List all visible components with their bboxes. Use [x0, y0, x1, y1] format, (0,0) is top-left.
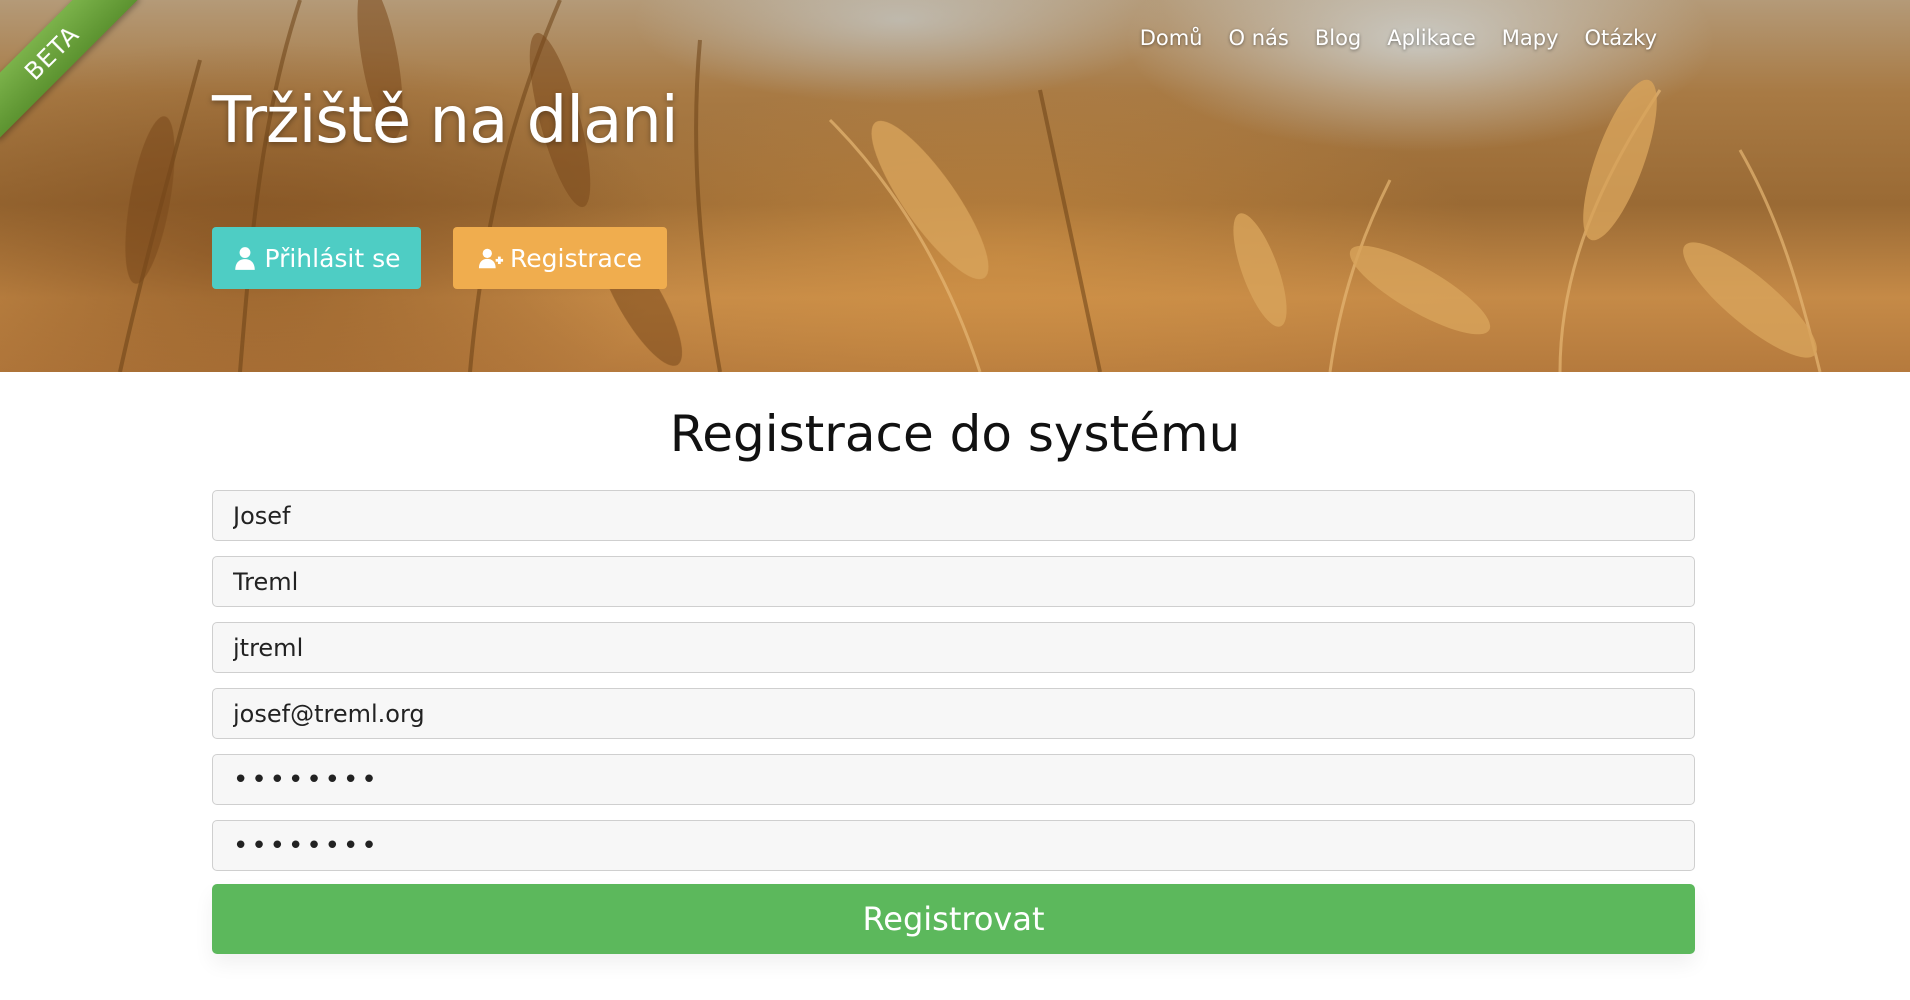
password-field[interactable]	[212, 754, 1695, 805]
hero-banner: BETA Domů O nás Blog Aplikace Mapy Otázk…	[0, 0, 1910, 372]
username-field[interactable]	[212, 622, 1695, 673]
nav-item-domu[interactable]: Domů	[1127, 26, 1216, 50]
submit-registration-button[interactable]: Registrovat	[212, 884, 1695, 954]
register-button[interactable]: Registrace	[453, 227, 667, 289]
nav-item-blog[interactable]: Blog	[1302, 26, 1374, 50]
site-title: Tržiště na dlani	[212, 84, 679, 158]
password-confirm-field[interactable]	[212, 820, 1695, 871]
main-nav: Domů O nás Blog Aplikace Mapy Otázky	[1127, 26, 1670, 50]
form-title: Registrace do systému	[669, 405, 1241, 463]
user-plus-icon	[478, 248, 504, 269]
email-field[interactable]	[212, 688, 1695, 739]
login-button[interactable]: Přihlásit se	[212, 227, 421, 289]
nav-item-otazky[interactable]: Otázky	[1572, 26, 1671, 50]
first-name-field[interactable]	[212, 490, 1695, 541]
register-button-label: Registrace	[510, 243, 642, 273]
nav-item-mapy[interactable]: Mapy	[1489, 26, 1572, 50]
user-icon	[235, 247, 256, 270]
wheat-background-image	[118, 0, 1822, 372]
login-button-label: Přihlásit se	[264, 243, 401, 273]
nav-item-aplikace[interactable]: Aplikace	[1374, 26, 1489, 50]
nav-item-o-nas[interactable]: O nás	[1216, 26, 1302, 50]
last-name-field[interactable]	[212, 556, 1695, 607]
